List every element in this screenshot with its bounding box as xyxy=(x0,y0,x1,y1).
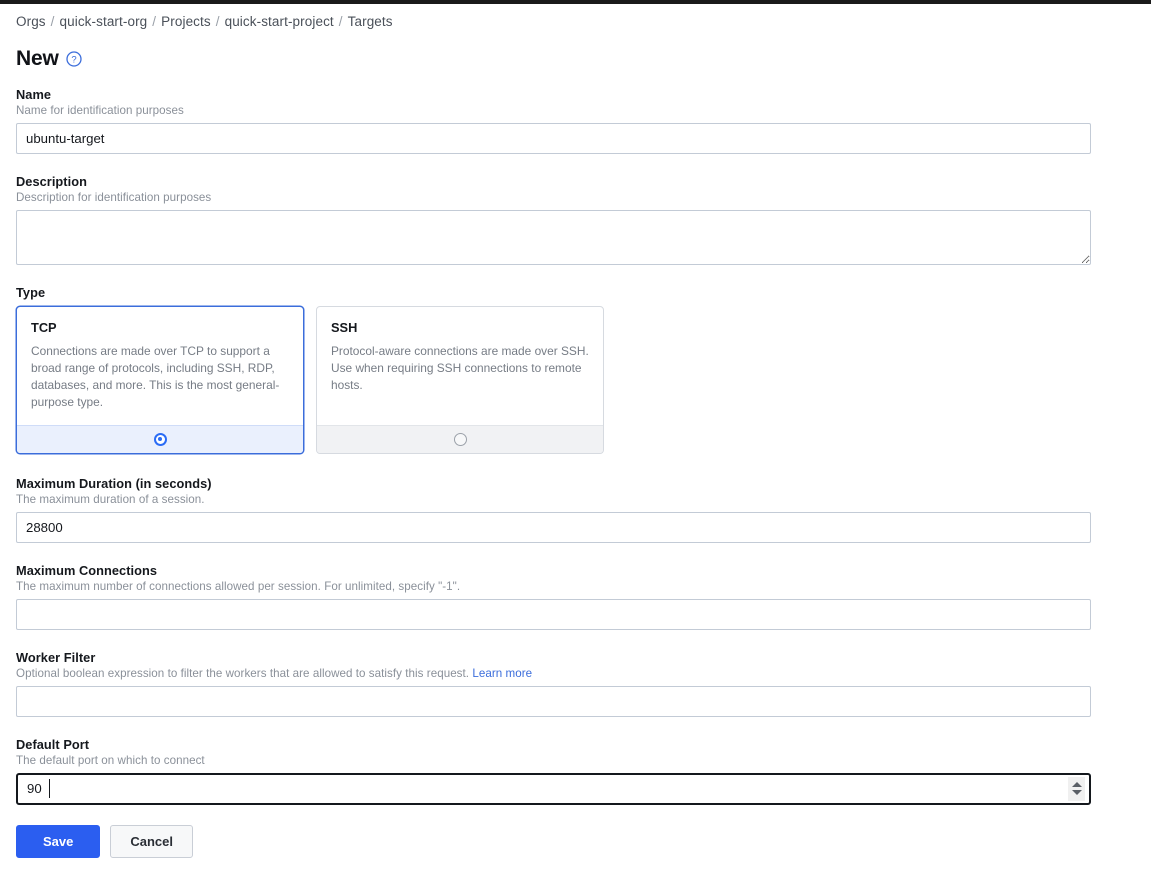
breadcrumb: Orgs / quick-start-org / Projects / quick-star… xyxy=(16,4,1151,31)
type-card-ssh-footer[interactable] xyxy=(317,424,603,453)
breadcrumb-item-quick-start-project[interactable]: quick-start-project xyxy=(225,14,334,29)
page-container: Orgs / quick-start-org / Projects / quick-star… xyxy=(0,4,1151,874)
default-port-input-wrapper xyxy=(16,772,1091,805)
maximum-connections-help-text: The maximum number of connections allowe… xyxy=(16,579,461,593)
worker-filter-input[interactable] xyxy=(16,685,1091,717)
stepper-down-icon[interactable] xyxy=(1071,790,1082,796)
worker-filter-help-text: Optional boolean expression to filter th… xyxy=(16,667,1151,680)
radio-ssh[interactable] xyxy=(453,432,467,446)
type-card-tcp[interactable]: TCP Connections are made over TCP to sup… xyxy=(16,306,304,454)
field-default-port: Default Port The default port on which t… xyxy=(16,737,1151,805)
svg-text:?: ? xyxy=(71,55,76,66)
maximum-connections-label: Maximum Connections xyxy=(16,562,158,578)
stepper-up-icon[interactable] xyxy=(1071,782,1082,788)
field-worker-filter: Worker Filter Optional boolean expressio… xyxy=(16,650,1151,717)
page-header: New ? xyxy=(16,47,1151,71)
form-actions: Save Cancel xyxy=(16,824,1151,874)
breadcrumb-separator: / xyxy=(50,14,55,29)
breadcrumb-item-targets[interactable]: Targets xyxy=(348,14,393,29)
breadcrumb-item-quick-start-org[interactable]: quick-start-org xyxy=(60,14,148,29)
description-textarea[interactable] xyxy=(16,210,1091,265)
description-help-text: Description for identification purposes xyxy=(16,191,212,204)
type-card-ssh-body: SSH Protocol-aware connections are made … xyxy=(317,307,603,425)
page-title: New xyxy=(16,47,59,70)
field-name: Name Name for identification purposes xyxy=(16,87,1151,154)
breadcrumb-separator: / xyxy=(215,14,220,29)
default-port-label: Default Port xyxy=(16,736,90,752)
question-circle-icon[interactable]: ? xyxy=(65,51,82,67)
type-card-tcp-title: TCP xyxy=(31,320,57,335)
description-label: Description xyxy=(16,174,87,189)
breadcrumb-separator: / xyxy=(338,14,343,29)
radio-tcp[interactable] xyxy=(153,432,167,446)
type-card-ssh-description: Protocol-aware connections are made over… xyxy=(331,344,589,392)
worker-filter-label: Worker Filter xyxy=(16,649,96,665)
maximum-connections-input[interactable] xyxy=(16,598,1091,630)
type-card-tcp-description: Connections are made over TCP to support… xyxy=(31,344,280,409)
maximum-duration-help-text: The maximum duration of a session. xyxy=(16,492,205,506)
maximum-duration-input[interactable] xyxy=(16,511,1091,543)
save-button[interactable]: Save xyxy=(16,824,101,858)
field-maximum-connections: Maximum Connections The maximum number o… xyxy=(16,563,1151,630)
field-description: Description Description for identificati… xyxy=(16,174,1151,265)
breadcrumb-separator: / xyxy=(152,14,157,29)
type-card-tcp-body: TCP Connections are made over TCP to sup… xyxy=(17,307,303,425)
maximum-duration-label: Maximum Duration (in seconds) xyxy=(16,475,212,491)
default-port-help-text: The default port on which to connect xyxy=(16,753,205,767)
type-card-ssh[interactable]: SSH Protocol-aware connections are made … xyxy=(316,306,604,454)
field-type: Type TCP Connections are made over TCP t… xyxy=(16,285,1151,454)
worker-filter-learn-more-link[interactable]: Learn more xyxy=(472,667,532,680)
type-label: Type xyxy=(16,285,46,300)
cancel-button[interactable]: Cancel xyxy=(110,824,194,858)
name-label: Name xyxy=(16,87,52,102)
text-caret xyxy=(49,778,50,798)
name-input[interactable] xyxy=(16,123,1091,154)
type-card-group: TCP Connections are made over TCP to sup… xyxy=(16,306,1151,454)
default-port-input[interactable] xyxy=(16,772,1091,805)
type-card-ssh-title: SSH xyxy=(331,320,358,335)
worker-filter-help-sentence: Optional boolean expression to filter th… xyxy=(16,666,470,680)
type-card-tcp-footer[interactable] xyxy=(17,424,303,453)
breadcrumb-item-orgs[interactable]: Orgs xyxy=(16,14,46,29)
field-maximum-duration: Maximum Duration (in seconds) The maximu… xyxy=(16,476,1151,543)
name-help-text: Name for identification purposes xyxy=(16,104,184,117)
number-stepper[interactable] xyxy=(1068,776,1085,801)
breadcrumb-item-projects[interactable]: Projects xyxy=(161,14,211,29)
